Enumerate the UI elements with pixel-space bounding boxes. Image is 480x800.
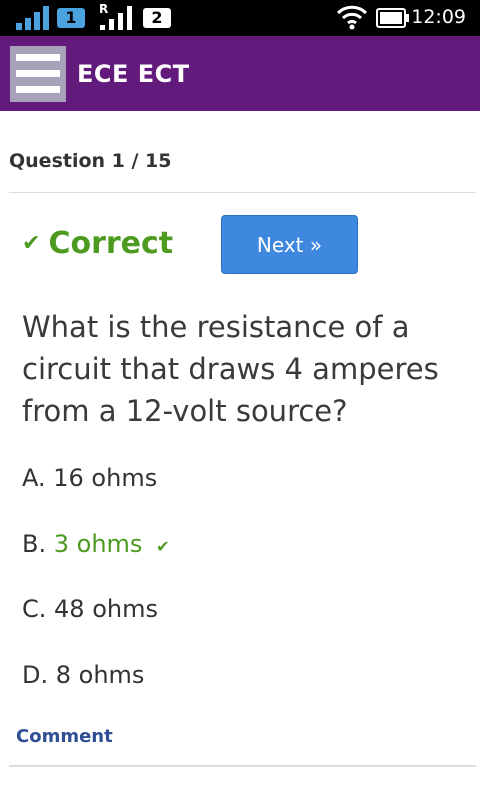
sim2-badge: 2 xyxy=(143,8,171,28)
result-label: Correct xyxy=(48,226,174,261)
app-title: ECE ECT xyxy=(77,60,190,88)
signal-strength-icon xyxy=(16,6,49,30)
checkmark-icon: ✔ xyxy=(156,537,170,556)
question-counter: Question 1 / 15 xyxy=(9,150,172,172)
divider xyxy=(9,192,476,193)
option-c[interactable]: C. 48 ohms xyxy=(22,595,158,623)
checkmark-icon: ✔ xyxy=(22,231,41,256)
option-a[interactable]: A. 16 ohms xyxy=(22,464,157,492)
result-status: ✔ Correct xyxy=(22,226,173,261)
option-text: 48 ohms xyxy=(54,595,158,623)
option-text: 16 ohms xyxy=(53,464,158,492)
option-prefix: D. xyxy=(22,661,49,689)
sim1-badge: 1 xyxy=(57,8,85,28)
next-button[interactable]: Next » xyxy=(221,215,358,274)
clock: 12:09 xyxy=(411,6,466,28)
option-prefix: B. xyxy=(22,530,47,558)
signal-strength-icon-2 xyxy=(100,6,132,30)
option-text: 3 ohms xyxy=(53,530,143,558)
comment-link[interactable]: Comment xyxy=(16,726,113,747)
battery-icon xyxy=(376,8,409,28)
option-d[interactable]: D. 8 ohms xyxy=(22,661,144,689)
app-bar: ECE ECT xyxy=(0,36,480,111)
option-prefix: C. xyxy=(22,595,47,623)
option-text: 8 ohms xyxy=(55,661,145,689)
hamburger-menu-icon[interactable] xyxy=(10,46,66,102)
question-text: What is the resistance of a circuit that… xyxy=(22,310,439,428)
option-b[interactable]: B. 3 ohms ✔ xyxy=(22,530,169,558)
status-bar: 1 R 2 12:09 xyxy=(0,0,480,36)
divider xyxy=(9,765,476,767)
option-prefix: A. xyxy=(22,464,46,492)
wifi-icon xyxy=(336,5,368,30)
